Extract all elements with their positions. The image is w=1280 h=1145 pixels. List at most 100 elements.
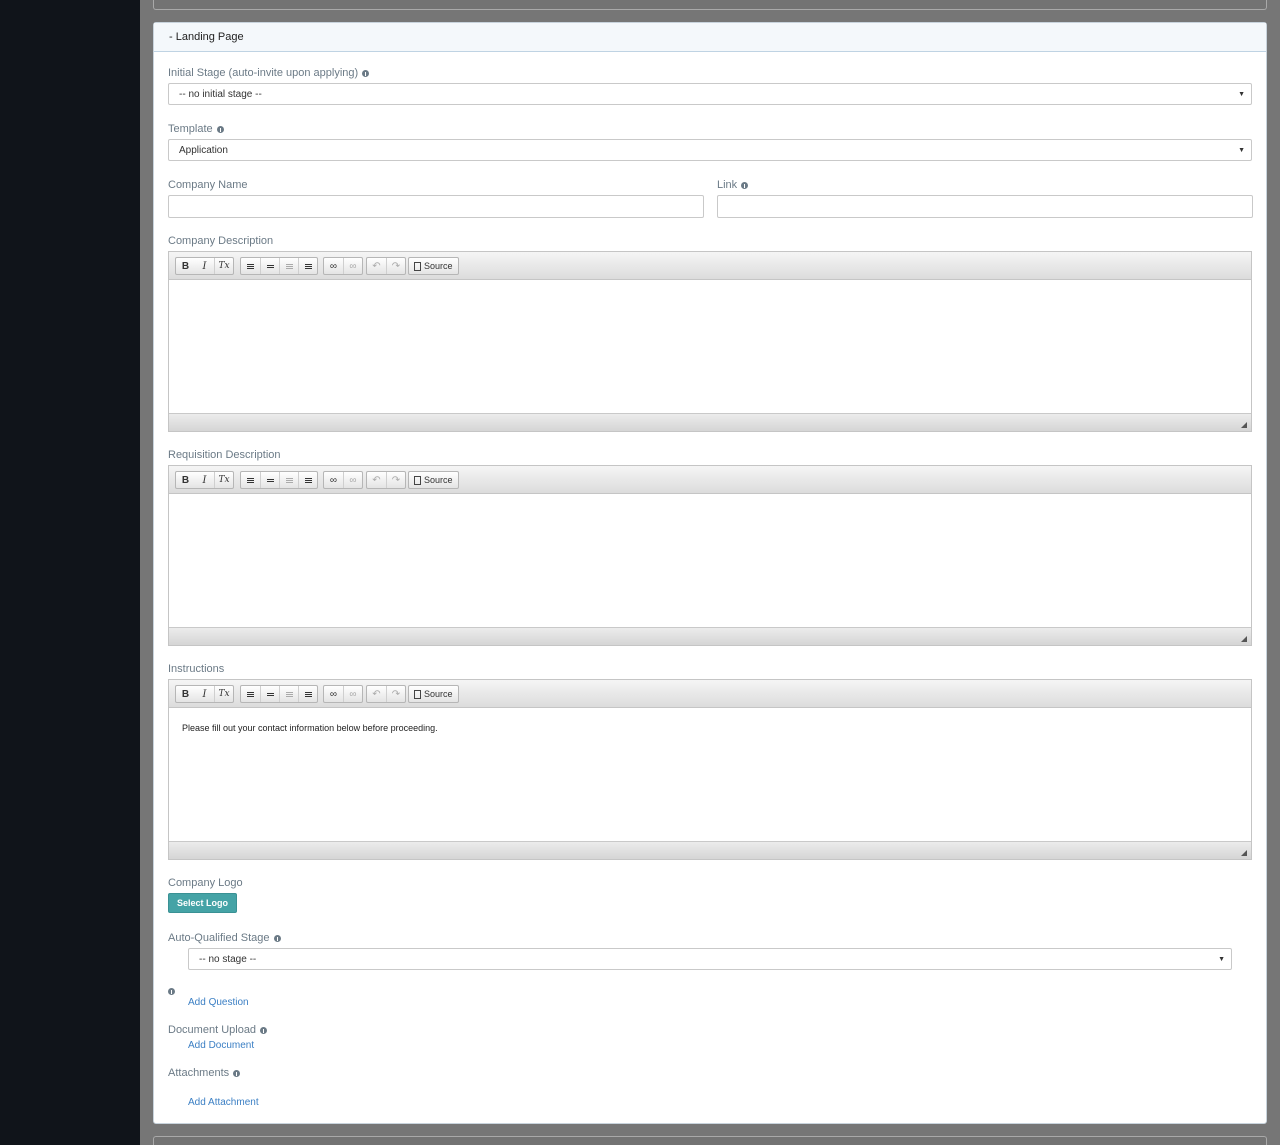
next-panel xyxy=(153,1136,1267,1145)
unlink-icon[interactable]: ∞ xyxy=(343,686,362,702)
bold-icon[interactable]: B xyxy=(176,686,195,702)
link-icon[interactable]: ∞ xyxy=(324,686,343,702)
initial-stage-select[interactable]: -- no initial stage -- ▼ xyxy=(168,83,1252,105)
link-label: Link xyxy=(717,179,749,191)
source-group: Source xyxy=(408,257,459,275)
bulleted-list-icon[interactable] xyxy=(260,472,279,488)
link-icon[interactable]: ∞ xyxy=(324,258,343,274)
redo-icon[interactable]: ↷ xyxy=(386,258,405,274)
caret-down-icon: ▼ xyxy=(1218,956,1225,963)
info-icon[interactable] xyxy=(741,181,749,189)
link-group: ∞ ∞ xyxy=(323,471,363,489)
template-value: Application xyxy=(179,145,228,156)
basic-styles-group: B I Tx xyxy=(175,471,234,489)
list-group xyxy=(240,257,318,275)
info-icon[interactable] xyxy=(216,125,224,133)
left-sidebar xyxy=(0,0,140,1145)
editor-statusbar xyxy=(169,413,1251,431)
auto-qualified-stage-label: Auto-Qualified Stage xyxy=(168,932,281,944)
numbered-list-icon[interactable] xyxy=(241,686,260,702)
link-group: ∞ ∞ xyxy=(323,685,363,703)
editor-toolbar: B I Tx ∞ ∞ ↶ ↷ Source xyxy=(169,680,1251,708)
bulleted-list-icon[interactable] xyxy=(260,686,279,702)
auto-qualified-stage-select[interactable]: -- no stage -- ▼ xyxy=(188,948,1232,970)
info-icon[interactable] xyxy=(260,1026,268,1034)
undo-icon[interactable]: ↶ xyxy=(367,258,386,274)
basic-styles-group: B I Tx xyxy=(175,257,234,275)
list-group xyxy=(240,471,318,489)
instructions-editor: B I Tx ∞ ∞ ↶ ↷ Source Please fill out yo… xyxy=(168,679,1252,860)
unlink-icon[interactable]: ∞ xyxy=(343,258,362,274)
caret-down-icon: ▼ xyxy=(1238,91,1245,98)
indent-icon[interactable] xyxy=(298,472,317,488)
remove-format-icon[interactable]: Tx xyxy=(214,258,233,274)
company-description-label: Company Description xyxy=(168,235,274,247)
undo-group: ↶ ↷ xyxy=(366,257,406,275)
link-group: ∞ ∞ xyxy=(323,257,363,275)
link-input[interactable] xyxy=(717,195,1253,218)
source-button[interactable]: Source xyxy=(409,475,458,485)
unlink-icon[interactable]: ∞ xyxy=(343,472,362,488)
info-icon[interactable] xyxy=(273,934,281,942)
company-name-input[interactable] xyxy=(168,195,704,218)
document-upload-label: Document Upload xyxy=(168,1024,268,1036)
editor-statusbar xyxy=(169,841,1251,859)
outdent-icon[interactable] xyxy=(279,472,298,488)
requisition-description-label: Requisition Description xyxy=(168,449,281,461)
add-question-link[interactable]: Add Question xyxy=(188,997,249,1008)
template-label: Template xyxy=(168,123,224,135)
numbered-list-icon[interactable] xyxy=(241,258,260,274)
info-icon[interactable] xyxy=(362,69,370,77)
requisition-description-editor: B I Tx ∞ ∞ ↶ ↷ Source xyxy=(168,465,1252,646)
resize-icon[interactable] xyxy=(1241,850,1247,856)
numbered-list-icon[interactable] xyxy=(241,472,260,488)
italic-icon[interactable]: I xyxy=(195,472,214,488)
editor-content[interactable] xyxy=(169,280,1251,414)
landing-page-panel: - Landing Page Initial Stage (auto-invit… xyxy=(153,22,1267,1124)
add-attachment-link[interactable]: Add Attachment xyxy=(188,1097,259,1108)
undo-group: ↶ ↷ xyxy=(366,471,406,489)
link-icon[interactable]: ∞ xyxy=(324,472,343,488)
company-logo-label: Company Logo xyxy=(168,877,243,889)
resize-icon[interactable] xyxy=(1241,636,1247,642)
source-icon xyxy=(414,475,421,485)
indent-icon[interactable] xyxy=(298,258,317,274)
remove-format-icon[interactable]: Tx xyxy=(214,686,233,702)
outdent-icon[interactable] xyxy=(279,686,298,702)
redo-icon[interactable]: ↷ xyxy=(386,472,405,488)
info-icon[interactable] xyxy=(233,1069,241,1077)
add-document-link[interactable]: Add Document xyxy=(188,1040,254,1051)
indent-icon[interactable] xyxy=(298,686,317,702)
editor-toolbar: B I Tx ∞ ∞ ↶ ↷ Source xyxy=(169,466,1251,494)
basic-styles-group: B I Tx xyxy=(175,685,234,703)
undo-icon[interactable]: ↶ xyxy=(367,686,386,702)
auto-qualified-stage-value: -- no stage -- xyxy=(199,954,257,965)
undo-icon[interactable]: ↶ xyxy=(367,472,386,488)
resize-icon[interactable] xyxy=(1241,422,1247,428)
outdent-icon[interactable] xyxy=(279,258,298,274)
attachments-label: Attachments xyxy=(168,1067,241,1079)
info-icon[interactable] xyxy=(168,988,175,995)
italic-icon[interactable]: I xyxy=(195,686,214,702)
editor-content[interactable] xyxy=(169,494,1251,628)
select-logo-button[interactable]: Select Logo xyxy=(168,893,237,913)
source-button[interactable]: Source xyxy=(409,261,458,271)
undo-group: ↶ ↷ xyxy=(366,685,406,703)
redo-icon[interactable]: ↷ xyxy=(386,686,405,702)
panel-heading[interactable]: - Landing Page xyxy=(154,23,1266,52)
editor-statusbar xyxy=(169,627,1251,645)
list-group xyxy=(240,685,318,703)
bold-icon[interactable]: B xyxy=(176,472,195,488)
italic-icon[interactable]: I xyxy=(195,258,214,274)
source-button[interactable]: Source xyxy=(409,689,458,699)
initial-stage-label: Initial Stage (auto-invite upon applying… xyxy=(168,67,370,79)
source-group: Source xyxy=(408,471,459,489)
initial-stage-value: -- no initial stage -- xyxy=(179,89,262,100)
source-group: Source xyxy=(408,685,459,703)
source-icon xyxy=(414,261,421,271)
template-select[interactable]: Application ▼ xyxy=(168,139,1252,161)
editor-content[interactable]: Please fill out your contact information… xyxy=(169,708,1251,842)
bulleted-list-icon[interactable] xyxy=(260,258,279,274)
remove-format-icon[interactable]: Tx xyxy=(214,472,233,488)
bold-icon[interactable]: B xyxy=(176,258,195,274)
